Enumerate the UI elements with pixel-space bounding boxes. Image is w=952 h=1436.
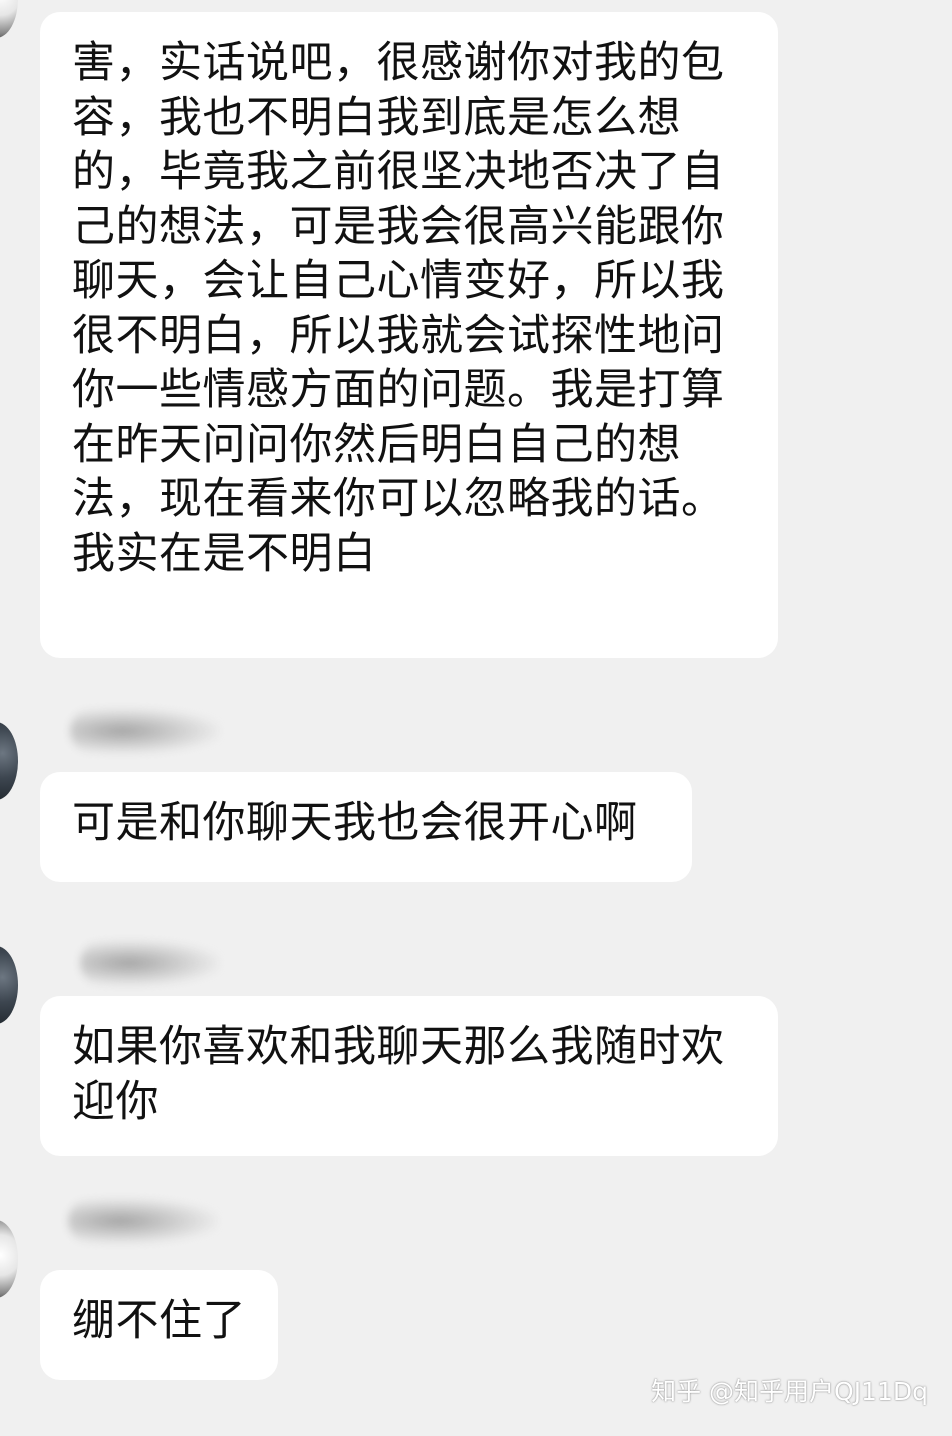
message-text: 可是和你聊天我也会很开心啊 [72,798,638,848]
message-text: 绷不住了 [72,1296,246,1346]
message-bubble[interactable]: 绷不住了 [40,1270,278,1380]
sender-avatar[interactable] [0,946,18,1024]
message-bubble[interactable]: 可是和你聊天我也会很开心啊 [40,772,692,882]
message-bubble[interactable]: 害，实话说吧，很感谢你对我的包容，我也不明白我到底是怎么想的，毕竟我之前很坚决地… [40,12,778,658]
sender-avatar[interactable] [0,722,18,800]
message-bubble[interactable]: 如果你喜欢和我聊天那么我随时欢迎你 [40,996,778,1156]
message-text: 如果你喜欢和我聊天那么我随时欢迎你 [72,1022,725,1127]
message-text: 害，实话说吧，很感谢你对我的包容，我也不明白我到底是怎么想的，毕竟我之前很坚决地… [72,38,725,579]
sender-avatar[interactable] [0,0,18,38]
sender-name-blurred [68,1198,218,1244]
sender-avatar[interactable] [0,1220,18,1298]
watermark: 知乎 @知乎用户QJ11Dq [651,1377,928,1406]
sender-name-blurred [70,708,220,754]
sender-name-blurred [80,940,220,986]
